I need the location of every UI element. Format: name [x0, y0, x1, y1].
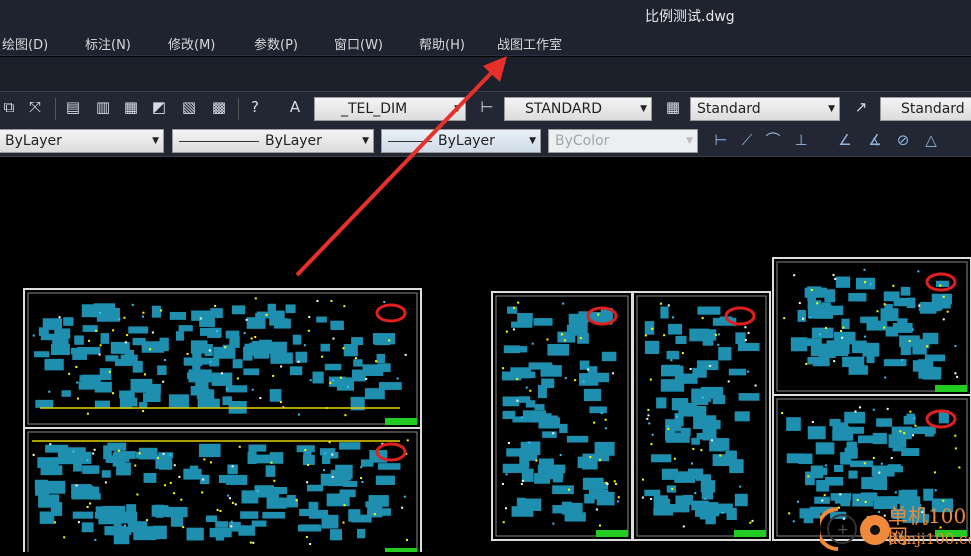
- watermark-url: danji100.com: [888, 530, 971, 548]
- watermark-logo-icon: +: [820, 507, 890, 551]
- svg-text:+: +: [837, 522, 849, 538]
- annotation-arrow: [295, 56, 507, 277]
